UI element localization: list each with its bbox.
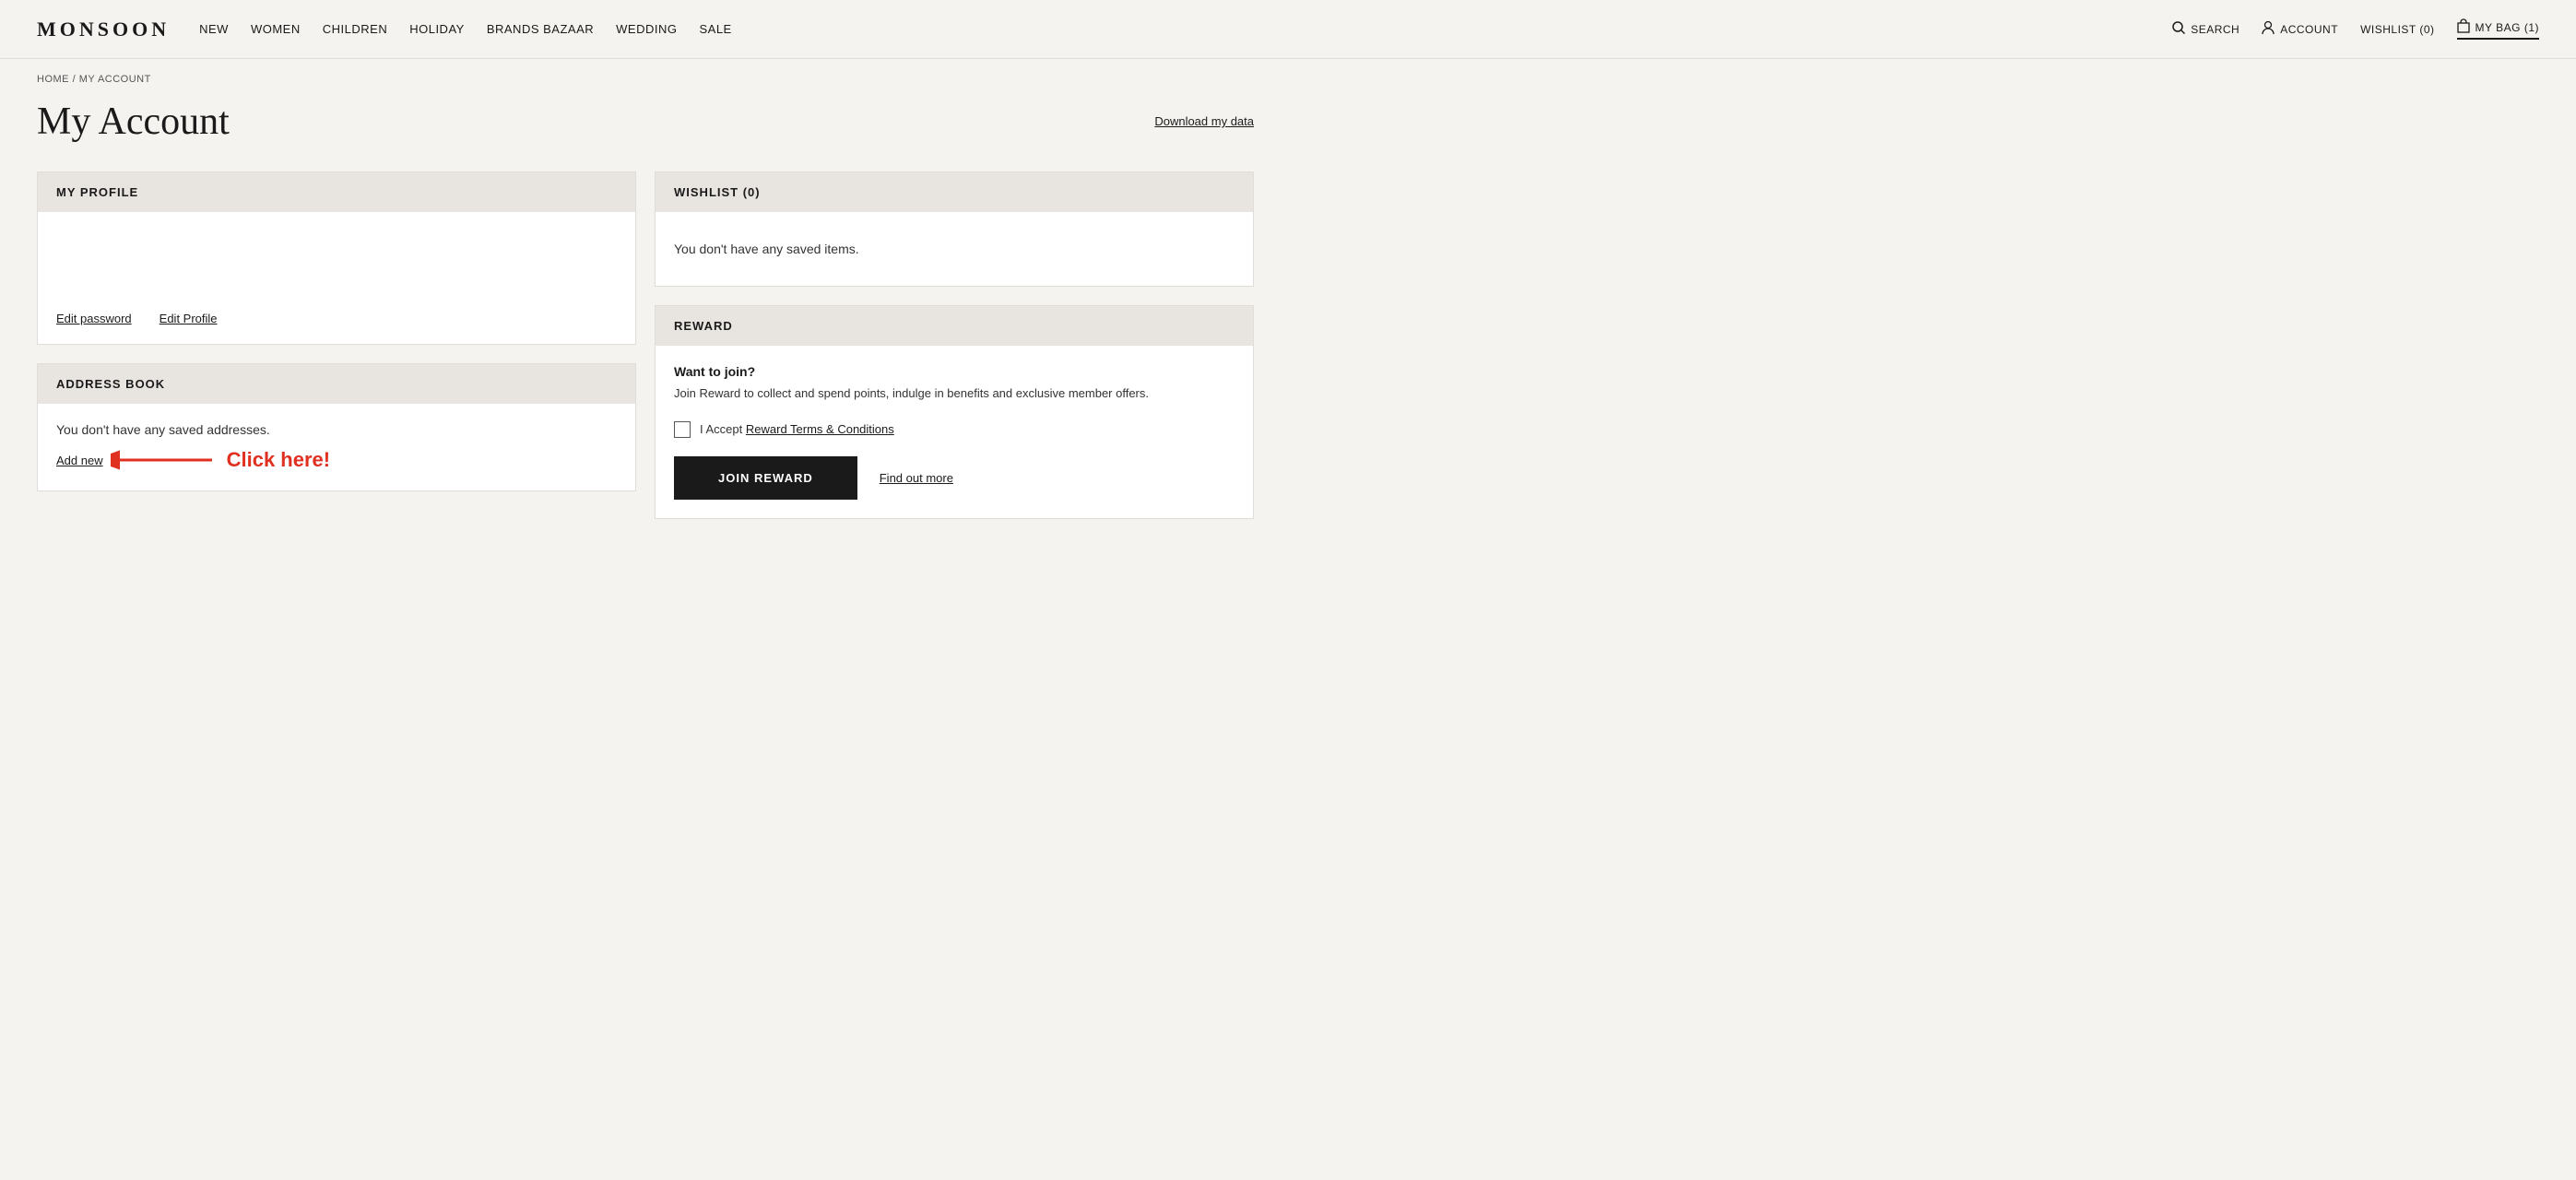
edit-password-link[interactable]: Edit password [56, 312, 132, 325]
download-data-link[interactable]: Download my data [1154, 100, 1254, 128]
bag-action[interactable]: MY BAG (1) [2457, 18, 2539, 40]
profile-actions: Edit password Edit Profile [56, 312, 617, 325]
profile-header: MY PROFILE [38, 172, 635, 212]
left-column: MY PROFILE Edit password Edit Profile AD… [37, 171, 636, 519]
logo[interactable]: MONSOON [37, 18, 170, 41]
reward-description: Join Reward to collect and spend points,… [674, 384, 1235, 403]
click-here-label: Click here! [227, 448, 331, 472]
nav-sale[interactable]: SALE [699, 22, 731, 36]
reward-checkbox-label: I Accept Reward Terms & Conditions [700, 422, 894, 436]
add-new-link[interactable]: Add new [56, 454, 103, 467]
arrow-annotation: Click here! [111, 448, 331, 472]
nav-women[interactable]: WOMEN [251, 22, 301, 36]
wishlist-header: WISHLIST (0) [656, 172, 1253, 212]
nav-new[interactable]: NEW [199, 22, 229, 36]
nav-children[interactable]: CHILDREN [323, 22, 387, 36]
breadcrumb: HOME / MY ACCOUNT [0, 59, 2576, 100]
breadcrumb-separator: / [73, 74, 77, 85]
profile-empty-area [56, 230, 617, 304]
profile-section: MY PROFILE Edit password Edit Profile [37, 171, 636, 345]
address-empty-message: You don't have any saved addresses. [56, 422, 617, 437]
add-new-annotation: Add new Click here [56, 448, 617, 472]
breadcrumb-current: MY ACCOUNT [79, 74, 151, 85]
reward-terms-checkbox[interactable] [674, 421, 691, 438]
wishlist-label: WISHLIST (0) [2360, 23, 2434, 36]
join-reward-button[interactable]: JOIN REWARD [674, 456, 857, 500]
wishlist-action[interactable]: WISHLIST (0) [2360, 23, 2434, 36]
nav-brands-bazaar[interactable]: BRANDS BAZAAR [487, 22, 594, 36]
reward-accept-text: I Accept [700, 422, 746, 436]
main-nav: NEW WOMEN CHILDREN HOLIDAY BRANDS BAZAAR… [199, 22, 732, 36]
breadcrumb-home[interactable]: HOME [37, 74, 69, 85]
reward-terms-link[interactable]: Reward Terms & Conditions [746, 422, 894, 436]
wishlist-empty-message: You don't have any saved items. [674, 230, 1235, 267]
page-title: My Account [37, 100, 230, 144]
nav-holiday[interactable]: HOLIDAY [409, 22, 465, 36]
search-action[interactable]: SEARCH [2172, 21, 2239, 37]
reward-checkbox-row: I Accept Reward Terms & Conditions [674, 421, 1235, 438]
reward-section: REWARD Want to join? Join Reward to coll… [655, 305, 1254, 519]
search-label: SEARCH [2191, 23, 2239, 36]
account-label: ACCOUNT [2280, 23, 2338, 36]
search-icon [2172, 21, 2185, 37]
bag-icon [2457, 18, 2470, 36]
reward-bottom-row: JOIN REWARD Find out more [674, 456, 1235, 500]
edit-profile-link[interactable]: Edit Profile [160, 312, 218, 325]
bag-label: MY BAG (1) [2476, 21, 2539, 34]
account-icon [2262, 20, 2275, 38]
account-action[interactable]: ACCOUNT [2262, 20, 2338, 38]
click-here-arrow-icon [111, 449, 221, 471]
reward-header: REWARD [656, 306, 1253, 346]
reward-want-to-join: Want to join? [674, 364, 1235, 379]
wishlist-section: WISHLIST (0) You don't have any saved it… [655, 171, 1254, 287]
address-header: ADDRESS BOOK [38, 364, 635, 404]
address-section: ADDRESS BOOK You don't have any saved ad… [37, 363, 636, 491]
right-column: WISHLIST (0) You don't have any saved it… [655, 171, 1254, 519]
find-out-more-link[interactable]: Find out more [880, 471, 953, 485]
header-actions: SEARCH ACCOUNT WISHLIST (0) MY BAG (1) [2172, 18, 2539, 40]
nav-wedding[interactable]: WEDDING [616, 22, 677, 36]
site-header: MONSOON NEW WOMEN CHILDREN HOLIDAY BRAND… [0, 0, 2576, 59]
